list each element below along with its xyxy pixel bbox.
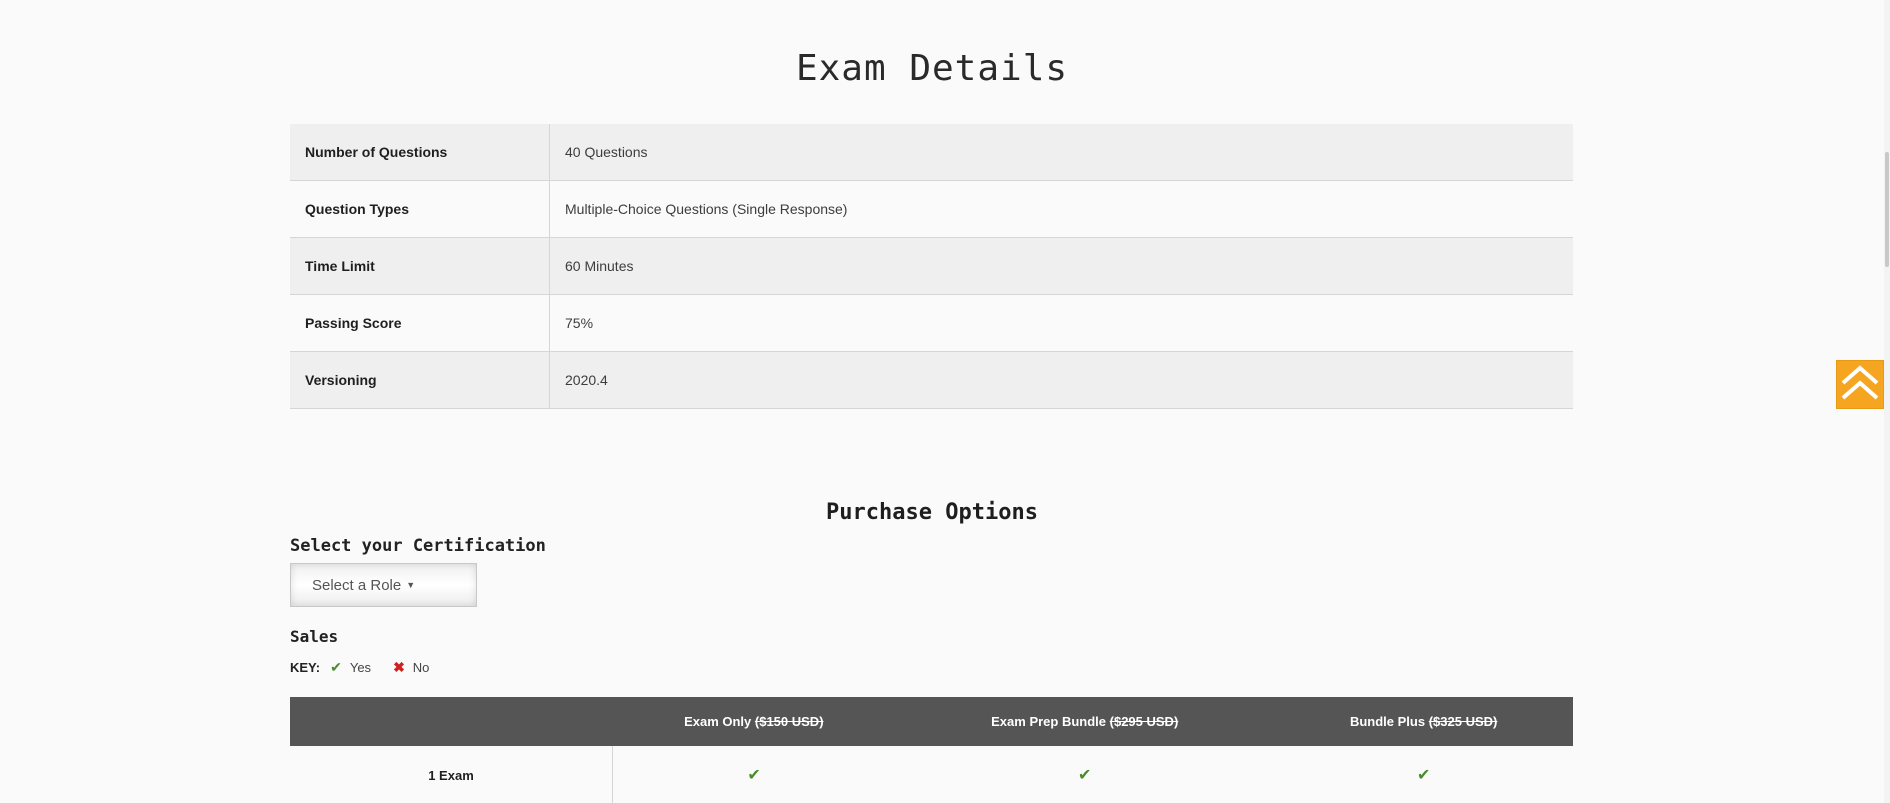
table-row: Time Limit 60 Minutes <box>290 237 1573 295</box>
column-header-exam-only: Exam Only ($150 USD) <box>612 697 896 746</box>
select-certification-label: Select your Certification <box>290 536 546 556</box>
option-cell: ✔ <box>1274 746 1573 803</box>
scrollbar-track[interactable] <box>1884 0 1890 803</box>
category-heading: Sales <box>290 627 339 646</box>
table-row: Versioning 2020.4 <box>290 351 1573 409</box>
check-icon: ✔ <box>1078 767 1092 784</box>
column-price: ($325 USD) <box>1428 714 1498 729</box>
table-row: Question Types Multiple-Choice Questions… <box>290 180 1573 238</box>
detail-label: Question Types <box>290 180 550 238</box>
detail-label: Time Limit <box>290 237 550 295</box>
detail-value: 60 Minutes <box>549 237 1573 295</box>
table-row: Number of Questions 40 Questions <box>290 124 1573 181</box>
exam-details-table: Number of Questions 40 Questions Questio… <box>290 124 1573 409</box>
header-empty-cell <box>290 697 613 746</box>
option-cell: ✔ <box>612 746 896 803</box>
back-to-top-button[interactable] <box>1836 360 1884 409</box>
column-header-bundle-plus: Bundle Plus ($325 USD) <box>1274 697 1573 746</box>
exam-details-title: Exam Details <box>795 48 1069 89</box>
purchase-options-table: Exam Only ($150 USD) Exam Prep Bundle ($… <box>290 697 1573 803</box>
page: Exam Details Number of Questions 40 Ques… <box>0 0 1890 803</box>
check-icon: ✔ <box>1416 767 1431 784</box>
scrollbar-thumb[interactable] <box>1885 152 1889 267</box>
double-chevron-up-icon <box>1841 365 1879 400</box>
detail-label: Number of Questions <box>290 124 550 181</box>
table-header-row: Exam Only ($150 USD) Exam Prep Bundle ($… <box>290 697 1573 746</box>
row-label: 1 Exam <box>290 746 613 803</box>
detail-value: Multiple-Choice Questions (Single Respon… <box>549 180 1573 238</box>
column-name: Bundle Plus <box>1349 714 1426 729</box>
column-header-exam-prep-bundle: Exam Prep Bundle ($295 USD) <box>895 697 1275 746</box>
key-no-label: No <box>412 660 430 675</box>
key-yes-label: Yes <box>349 660 372 675</box>
purchase-options-title: Purchase Options <box>826 500 1038 525</box>
detail-value: 2020.4 <box>549 351 1573 409</box>
role-select-dropdown[interactable]: Select a Role ▼ <box>290 563 477 607</box>
detail-label: Versioning <box>290 351 550 409</box>
column-price: ($150 USD) <box>754 714 824 729</box>
key-legend: KEY: ✔ Yes ✖ No <box>290 659 429 676</box>
detail-value: 75% <box>549 294 1573 352</box>
cross-icon: ✖ <box>393 659 405 675</box>
caret-down-icon: ▼ <box>406 580 416 590</box>
role-select-value: Select a Role <box>312 576 402 594</box>
key-label: KEY: <box>290 660 321 675</box>
check-icon: ✔ <box>747 767 761 784</box>
check-icon: ✔ <box>330 659 342 675</box>
table-row: 1 Exam ✔ ✔ ✔ <box>290 746 1573 803</box>
detail-value: 40 Questions <box>549 124 1573 181</box>
column-name: Exam Prep Bundle <box>991 714 1107 729</box>
detail-label: Passing Score <box>290 294 550 352</box>
table-row: Passing Score 75% <box>290 294 1573 352</box>
option-cell: ✔ <box>895 746 1275 803</box>
column-price: ($295 USD) <box>1109 714 1179 729</box>
column-name: Exam Only <box>684 714 752 729</box>
